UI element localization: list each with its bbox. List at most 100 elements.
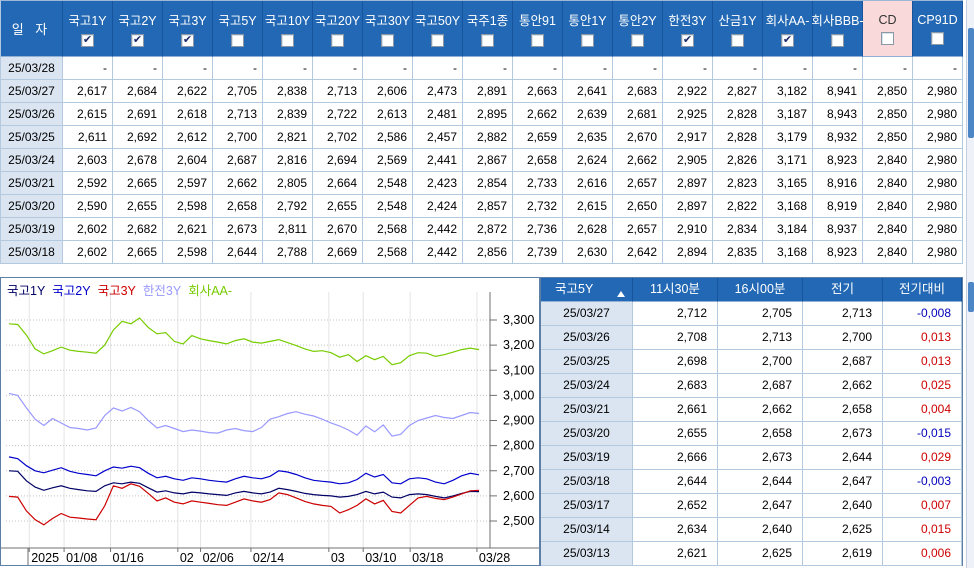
yield-value: 2,548 [363,195,413,218]
column-header-국고50Y[interactable]: 국고50Y [413,1,463,57]
column-header-국주1종[interactable]: 국주1종 [463,1,513,57]
detail-column-header-2[interactable]: 11시30분 [633,278,718,302]
column-header-국고3Y[interactable]: 국고3Y ✔ [163,1,213,57]
column-header-통안91[interactable]: 통안91 [513,1,563,57]
table-row[interactable]: 25/03/25 2,611 2,692 2,612 2,700 2,821 2,702 2,… [1,126,963,149]
detail-table-row[interactable]: 25/03/14 2,634 2,640 2,625 0,015 [541,518,962,542]
value-1130: 2,655 [633,422,718,446]
detail-column-header-1[interactable]: 국고5Y [541,278,633,302]
chart-axis-label: 2,800 [503,439,534,453]
vertical-scrollbar[interactable] [966,0,974,568]
column-checkbox[interactable] [931,31,944,45]
value-1130: 2,666 [633,446,718,470]
detail-column-header-4[interactable]: 전기 [803,278,883,302]
table-row[interactable]: 25/03/27 2,617 2,684 2,622 2,705 2,838 2,713 2,… [1,80,963,103]
chart-axis-label: 03/28 [479,551,510,565]
value-prev: 2,625 [803,518,883,542]
detail-table-row[interactable]: 25/03/20 2,655 2,658 2,673 -0,015 [541,422,962,446]
column-header-국고5Y[interactable]: 국고5Y [213,1,263,57]
value-1130: 2,661 [633,398,718,422]
column-checkbox[interactable]: ✔ [131,34,144,47]
detail-table-row[interactable]: 25/03/18 2,644 2,644 2,647 -0,003 [541,470,962,494]
yield-value: - [213,57,263,80]
table-row[interactable]: 25/03/26 2,615 2,691 2,618 2,713 2,839 2,722 2,… [1,103,963,126]
column-header-CP91D[interactable]: CP91D [913,1,963,57]
yield-chart: 3,300 3,200 3,100 3,000 2,900 2,800 2,700 2,600… [1,292,539,565]
column-checkbox[interactable] [381,34,394,47]
detail-row-date: 25/03/24 [541,374,633,398]
value-1130: 2,634 [633,518,718,542]
column-checkbox[interactable] [281,34,294,47]
column-checkbox[interactable] [831,34,844,47]
column-header-label: 국고50Y [414,14,461,28]
yield-value: 8,932 [813,126,863,149]
table-row[interactable]: 25/03/18 2,602 2,665 2,598 2,644 2,788 2,669 2,… [1,241,963,264]
column-checkbox[interactable] [531,34,544,47]
column-header-CD[interactable]: CD [863,1,913,57]
column-checkbox[interactable] [731,34,744,47]
column-header-label: 국주1종 [466,14,509,28]
detail-column-header-5[interactable]: 전기대비 [883,278,962,302]
column-checkbox[interactable] [481,34,494,47]
yield-value: 2,692 [113,126,163,149]
detail-table-row[interactable]: 25/03/19 2,666 2,673 2,644 0,029 [541,446,962,470]
yield-value: 8,937 [813,218,863,241]
detail-column-header-3[interactable]: 16시00분 [718,278,803,302]
column-header-국고10Y[interactable]: 국고10Y [263,1,313,57]
detail-table-row[interactable]: 25/03/27 2,712 2,705 2,713 -0,008 [541,302,962,326]
column-header-통안1Y[interactable]: 통안1Y [563,1,613,57]
column-checkbox[interactable] [581,34,594,47]
column-header-통안2Y[interactable]: 통안2Y [613,1,663,57]
table-row[interactable]: 25/03/21 2,592 2,665 2,597 2,662 2,805 2,664 2,… [1,172,963,195]
detail-table-row[interactable]: 25/03/17 2,652 2,647 2,640 0,007 [541,494,962,518]
detail-table-row[interactable]: 25/03/24 2,683 2,687 2,662 0,025 [541,374,962,398]
detail-table-row[interactable]: 25/03/13 2,621 2,625 2,619 0,006 [541,542,962,566]
column-checkbox[interactable] [631,34,644,47]
column-header-국고2Y[interactable]: 국고2Y ✔ [113,1,163,57]
column-checkbox[interactable]: ✔ [681,34,694,47]
yield-value: 2,894 [663,241,713,264]
yield-value: 2,568 [363,218,413,241]
yield-value: - [813,57,863,80]
column-checkbox[interactable] [231,34,244,47]
yield-value: 2,657 [613,218,663,241]
yield-value: 2,702 [313,126,363,149]
yield-value: 2,612 [163,126,213,149]
column-checkbox[interactable]: ✔ [781,34,794,47]
column-checkbox[interactable] [431,34,444,47]
column-header-국고1Y[interactable]: 국고1Y ✔ [63,1,113,57]
column-checkbox[interactable] [331,34,344,47]
table-row[interactable]: 25/03/24 2,603 2,678 2,604 2,687 2,816 2,694 2,… [1,149,963,172]
column-checkbox[interactable]: ✔ [81,34,94,47]
table-row[interactable]: 25/03/19 2,602 2,682 2,621 2,673 2,811 2,670 2,… [1,218,963,241]
scrollbar-thumb[interactable] [968,282,974,312]
scrollbar-thumb[interactable] [968,28,974,138]
row-date: 25/03/27 [1,80,63,103]
column-header-국고30Y[interactable]: 국고30Y [363,1,413,57]
column-checkbox[interactable] [881,31,894,45]
column-header-회사AA-[interactable]: 회사AA- ✔ [763,1,813,57]
table-row[interactable]: 25/03/20 2,590 2,655 2,598 2,658 2,792 2,655 2,… [1,195,963,218]
chart-axis-label: 02/06 [203,551,234,565]
value-1600: 2,713 [718,326,803,350]
column-header-회사BBB-[interactable]: 회사BBB- [811,1,864,57]
table-row[interactable]: 25/03/28- - - - - - - - - - - - - - - - - - [1,57,963,80]
column-checkbox[interactable]: ✔ [181,34,194,47]
column-header-label: 통안1Y [568,14,607,28]
row-date: 25/03/26 [1,103,63,126]
detail-table-row[interactable]: 25/03/26 2,708 2,713 2,700 0,013 [541,326,962,350]
yield-value: 2,840 [863,241,913,264]
detail-table-row[interactable]: 25/03/21 2,661 2,662 2,658 0,004 [541,398,962,422]
yield-value: 2,662 [213,172,263,195]
column-header-산금1Y[interactable]: 산금1Y [713,1,763,57]
column-header-국고20Y[interactable]: 국고20Y [313,1,363,57]
yield-value: 2,642 [613,241,663,264]
value-diff: 0,025 [883,374,962,398]
yield-value: 2,980 [913,80,963,103]
column-header-한전3Y[interactable]: 한전3Y ✔ [663,1,713,57]
value-diff: 0,006 [883,542,962,566]
yield-value: 2,816 [263,149,313,172]
yield-value: 2,980 [913,103,963,126]
detail-table-row[interactable]: 25/03/25 2,698 2,700 2,687 0,013 [541,350,962,374]
column-header-label: CD [878,12,897,27]
